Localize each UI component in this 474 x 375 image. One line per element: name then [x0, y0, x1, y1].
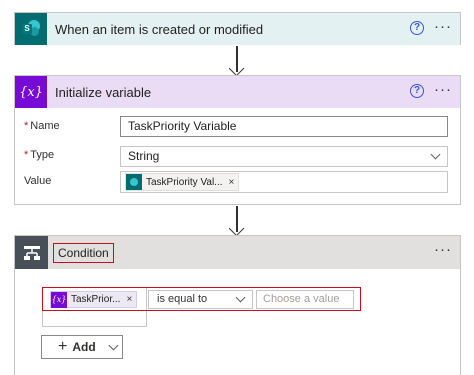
initialize-variable-header[interactable]: {x} Initialize variable ? ··· [15, 76, 460, 108]
sharepoint-icon [126, 174, 142, 190]
trigger-title: When an item is created or modified [55, 21, 264, 37]
chevron-down-icon [108, 340, 119, 350]
condition-icon [15, 236, 48, 269]
type-select[interactable]: String [120, 146, 448, 167]
required-marker: * [24, 149, 29, 161]
condition-card[interactable]: Condition ··· {x} TaskPrior... × is equa… [14, 235, 461, 375]
name-label: * Name [24, 120, 60, 132]
type-select-value: String [128, 149, 160, 163]
name-label-text: Name [30, 120, 60, 132]
variable-icon: {x} [15, 76, 47, 108]
more-options-icon[interactable]: ··· [434, 241, 452, 259]
initialize-variable-card[interactable]: {x} Initialize variable ? ··· * Name Task… [14, 75, 461, 205]
required-marker: * [24, 120, 29, 132]
down-arrow-icon [228, 206, 245, 237]
more-options-icon[interactable]: ··· [434, 18, 452, 36]
help-icon[interactable]: ? [410, 21, 424, 35]
token-label: TaskPriority Val... [146, 176, 223, 188]
add-label: Add [72, 340, 96, 354]
chevron-down-icon [430, 149, 441, 160]
condition-title[interactable]: Condition [53, 242, 114, 263]
help-icon[interactable]: ? [410, 84, 424, 98]
down-arrow-icon [228, 46, 245, 77]
trigger-card[interactable]: S When an item is created or modified ? … [14, 12, 461, 45]
token-label: TaskPrior... [71, 294, 121, 305]
initialize-variable-title: Initialize variable [55, 84, 152, 100]
value-label: Value [24, 175, 52, 187]
type-label: * Type [24, 149, 54, 161]
variable-icon: {x} [51, 291, 67, 308]
chevron-down-icon [235, 292, 246, 303]
name-field[interactable]: TaskPriority Variable [120, 116, 448, 137]
operator-value: is equal to [157, 293, 208, 305]
dynamic-content-token[interactable]: TaskPriority Val... × [125, 173, 240, 192]
plus-icon: + [58, 338, 68, 355]
type-label-text: Type [30, 149, 55, 161]
condition-left-operand[interactable]: {x} TaskPrior... × [50, 291, 138, 308]
value-field[interactable]: TaskPriority Val... × [120, 171, 448, 193]
remove-token-icon[interactable]: × [126, 294, 132, 305]
remove-token-icon[interactable]: × [229, 173, 235, 192]
condition-header[interactable]: Condition ··· [15, 236, 460, 269]
more-options-icon[interactable]: ··· [434, 81, 452, 99]
add-button[interactable]: + Add [41, 335, 123, 359]
operator-dropdown[interactable]: is equal to [148, 290, 253, 309]
trigger-header[interactable]: S When an item is created or modified ? … [15, 13, 460, 45]
condition-right-operand[interactable]: Choose a value [256, 290, 354, 309]
sharepoint-icon: S [15, 13, 47, 45]
